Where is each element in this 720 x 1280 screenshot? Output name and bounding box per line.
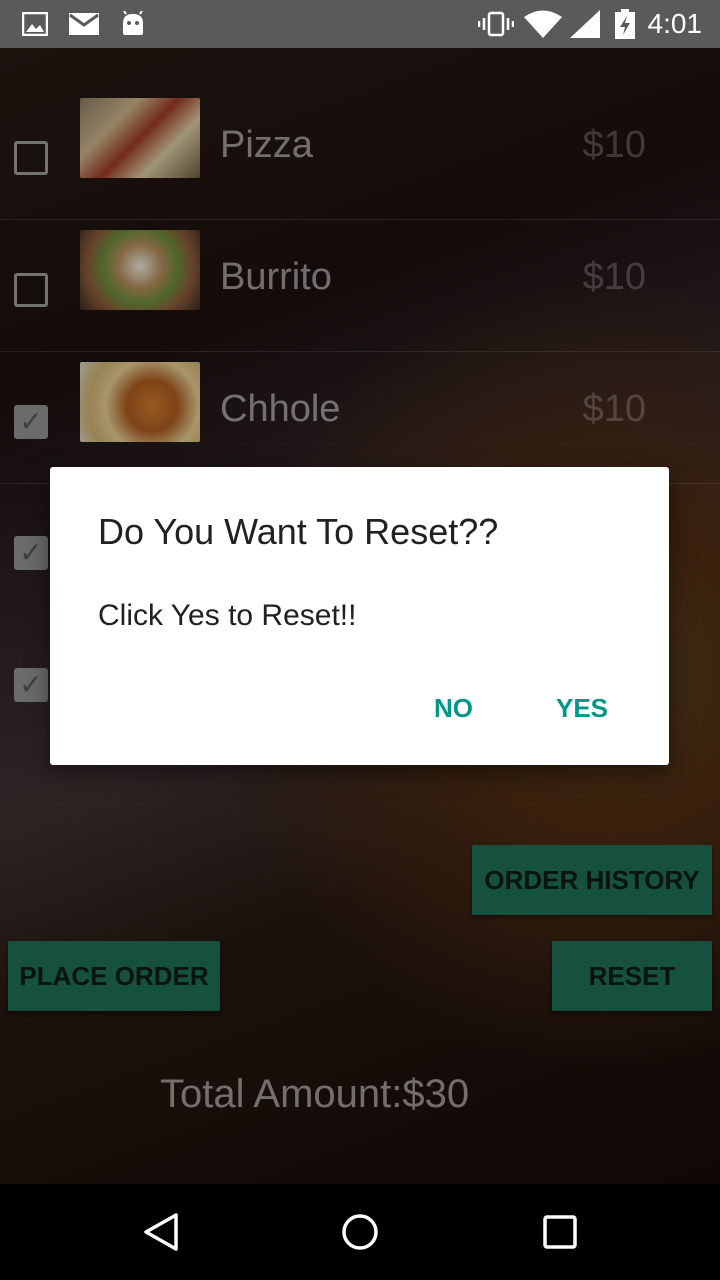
- clock: 4:01: [647, 8, 703, 39]
- no-button[interactable]: NO: [434, 693, 473, 724]
- wifi-icon: [524, 10, 562, 38]
- mail-icon: [68, 10, 100, 38]
- yes-button[interactable]: YES: [556, 693, 608, 724]
- status-bar: 4:01: [0, 0, 720, 48]
- android-icon: [120, 10, 146, 38]
- dialog-title: Do You Want To Reset??: [98, 511, 499, 552]
- recents-icon[interactable]: [542, 1214, 578, 1255]
- reset-dialog: Do You Want To Reset?? Click Yes to Rese…: [50, 467, 669, 765]
- signal-icon: [570, 10, 600, 38]
- back-icon[interactable]: [142, 1212, 180, 1257]
- battery-charging-icon: [614, 9, 636, 39]
- image-icon: [22, 10, 48, 38]
- home-icon[interactable]: [340, 1212, 380, 1257]
- vibrate-icon: [478, 10, 514, 38]
- navigation-bar: [0, 1184, 720, 1280]
- dialog-message: Click Yes to Reset!!: [98, 599, 357, 632]
